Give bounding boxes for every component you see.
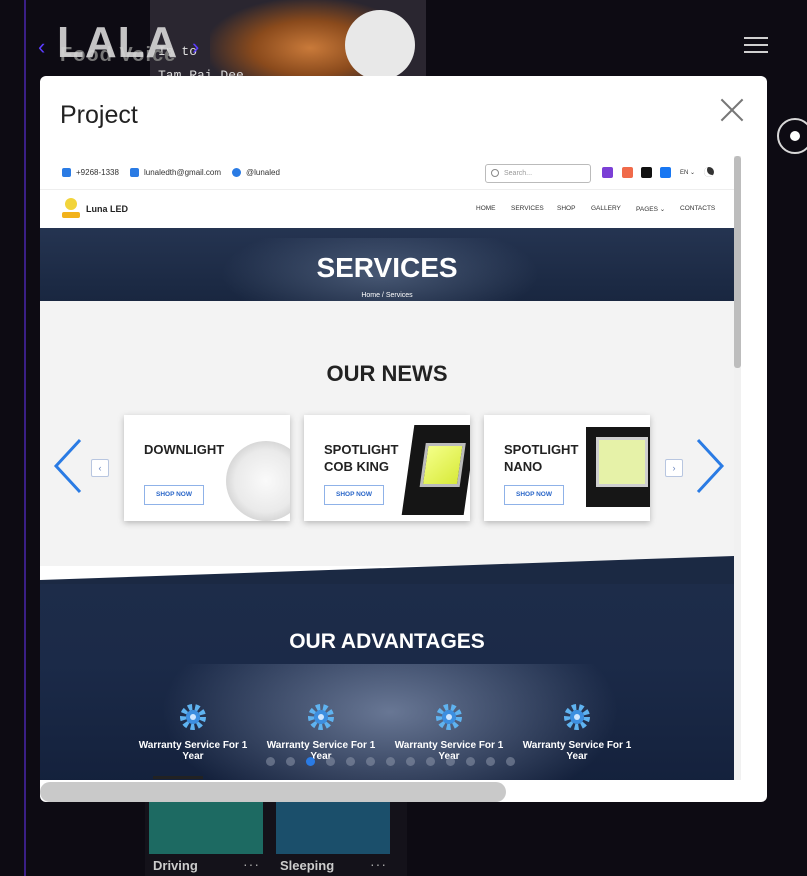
carousel-dot[interactable]	[466, 757, 475, 766]
carousel-dot[interactable]	[266, 757, 275, 766]
more-icon[interactable]: ···	[243, 856, 260, 872]
news-card-downlight[interactable]: DOWNLIGHT SHOP NOW	[124, 415, 290, 521]
nav-pages[interactable]: PAGES ⌄	[636, 205, 665, 213]
nav-gallery[interactable]: GALLERY	[591, 205, 621, 212]
site-navbar: Luna LED HOME SERVICES SHOP GALLERY PAGE…	[40, 190, 734, 228]
chevron-right-icon	[696, 438, 725, 494]
chevron-right-icon[interactable]: ›	[192, 34, 199, 60]
carousel-dot[interactable]	[486, 757, 495, 766]
advantages-title: OUR ADVANTAGES	[289, 630, 485, 653]
chevron-left-icon[interactable]: ‹	[38, 34, 45, 60]
phone-text: +9268-1338	[76, 168, 119, 177]
site-topbar: +9268-1338 lunaledth@gmail.com @lunaled …	[40, 156, 734, 190]
carousel-dot[interactable]	[306, 757, 315, 766]
advantage-text: Warranty Service For 1 Year	[522, 740, 632, 762]
phone-icon	[62, 168, 71, 177]
menu-icon[interactable]	[744, 37, 768, 55]
carousel-dot[interactable]	[366, 757, 375, 766]
mail-icon	[130, 168, 139, 177]
search-icon	[491, 169, 499, 177]
shop-now-button[interactable]: SHOP NOW	[504, 485, 564, 505]
background-brand-logo: LALA	[57, 18, 179, 67]
carousel-dots	[266, 757, 515, 766]
side-toggle-button[interactable]	[777, 118, 807, 154]
more-icon[interactable]: ···	[370, 856, 387, 872]
advantage-text: Warranty Service For 1 Year	[138, 740, 248, 762]
email-contact[interactable]: lunaledth@gmail.com	[130, 168, 221, 177]
carousel-dot[interactable]	[506, 757, 515, 766]
phone-contact[interactable]: +9268-1338	[62, 168, 119, 177]
carousel-dot[interactable]	[326, 757, 335, 766]
news-prev-button[interactable]: ‹	[91, 459, 109, 477]
hero-title: SERVICES	[316, 252, 458, 283]
plate-image	[345, 10, 415, 80]
site-search-input[interactable]: Search...	[485, 164, 591, 183]
facebook-icon[interactable]	[660, 167, 671, 178]
project-modal: Project +9268-1338 lunaledth@gmail.com @…	[40, 76, 767, 802]
site-brand[interactable]: Luna LED	[86, 204, 128, 214]
breadcrumb[interactable]: Home / Services	[40, 292, 734, 299]
carousel-dot[interactable]	[346, 757, 355, 766]
carousel-dot[interactable]	[406, 757, 415, 766]
nav-services[interactable]: SERVICES	[511, 205, 544, 212]
gear-icon	[180, 704, 206, 730]
slide-prev-arrow[interactable]	[53, 438, 83, 494]
slide-next-arrow[interactable]	[695, 438, 725, 494]
email-text: lunaledth@gmail.com	[144, 168, 222, 177]
news-card-spotlight-cob-king[interactable]: SPOTLIGHT COB KING SHOP NOW	[304, 415, 470, 521]
vertical-scroll-thumb[interactable]	[734, 156, 741, 368]
news-card-spotlight-nano[interactable]: SPOTLIGHT NANO SHOP NOW	[484, 415, 650, 521]
chevron-left-icon	[53, 438, 82, 494]
tile-label: Sleeping	[280, 858, 335, 873]
card-title: SPOTLIGHT COB KING	[324, 442, 399, 474]
background-tiles: Driving Sleeping ··· ···	[145, 790, 407, 876]
moon-icon[interactable]	[704, 167, 714, 177]
news-title: OUR NEWS	[326, 361, 448, 386]
carousel-dot[interactable]	[286, 757, 295, 766]
logo-bulb	[65, 198, 77, 210]
horizontal-scrollbar[interactable]	[40, 782, 506, 802]
shop-now-button[interactable]: SHOP NOW	[144, 485, 204, 505]
card-title: DOWNLIGHT	[144, 442, 225, 457]
nav-home[interactable]: HOME	[476, 205, 496, 212]
line-text: @lunaled	[246, 168, 280, 177]
carousel-dot[interactable]	[426, 757, 435, 766]
gear-icon	[436, 704, 462, 730]
line-contact[interactable]: @lunaled	[232, 168, 280, 177]
shop-icon[interactable]	[622, 167, 633, 178]
line-icon	[232, 168, 241, 177]
close-icon[interactable]	[720, 98, 744, 122]
project-screenshot-viewport[interactable]: +9268-1338 lunaledth@gmail.com @lunaled …	[40, 156, 734, 780]
nav-contacts[interactable]: CONTACTS	[680, 205, 715, 212]
tile-sleeping[interactable]	[276, 798, 390, 854]
modal-title: Project	[60, 101, 138, 129]
downlight-image	[226, 441, 290, 521]
nav-shop[interactable]: SHOP	[557, 205, 575, 212]
carousel-dot[interactable]	[386, 757, 395, 766]
instagram-icon[interactable]	[602, 167, 613, 178]
shop-now-button[interactable]: SHOP NOW	[324, 485, 384, 505]
spotlight-nano-image	[586, 427, 650, 507]
carousel-progress	[153, 776, 203, 779]
carousel-dot[interactable]	[446, 757, 455, 766]
news-section: OUR NEWS ‹ › DOWNLIGHT SHOP NOW SPOTLIGH…	[40, 301, 734, 566]
tile-label: Driving	[153, 858, 198, 873]
advantages-section: OUR ADVANTAGES Warranty Service For 1 Ye…	[40, 584, 734, 780]
language-select[interactable]: EN ⌄	[680, 169, 695, 176]
tile-driving[interactable]	[149, 798, 263, 854]
search-placeholder: Search...	[504, 170, 533, 177]
gear-icon	[308, 704, 334, 730]
gear-icon	[564, 704, 590, 730]
left-accent-line	[24, 0, 26, 876]
vertical-scrollbar[interactable]	[734, 156, 741, 780]
card-title: SPOTLIGHT NANO	[504, 442, 579, 474]
news-next-button[interactable]: ›	[665, 459, 683, 477]
tiktok-icon[interactable]	[641, 167, 652, 178]
logo-base	[62, 212, 80, 218]
luna-led-logo[interactable]	[62, 198, 80, 220]
